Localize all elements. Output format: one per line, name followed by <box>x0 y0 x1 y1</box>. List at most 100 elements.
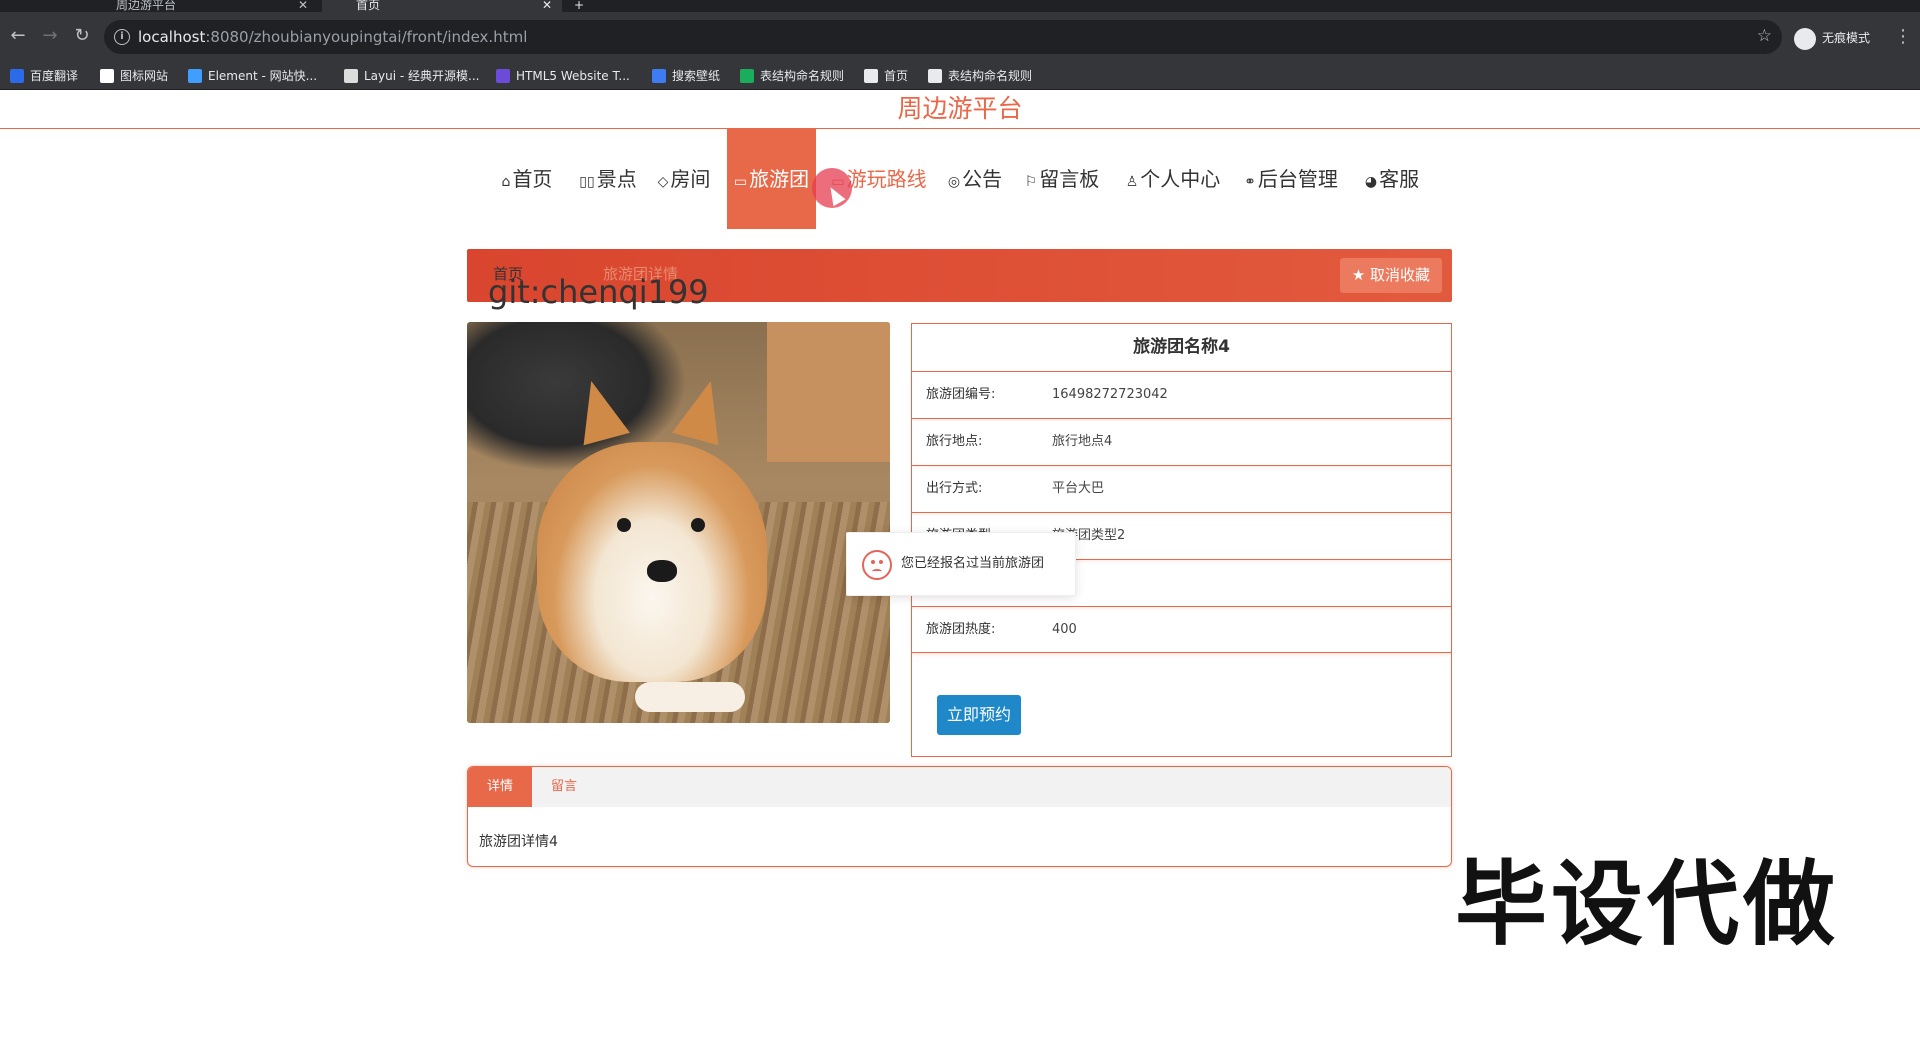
nav-label: 首页 <box>512 167 553 191</box>
book-now-button[interactable]: 立即预约 <box>937 695 1021 735</box>
forward-icon[interactable]: → <box>38 24 62 48</box>
nav-customer-service[interactable]: ◕ 客服 <box>1361 129 1423 229</box>
dog-paws <box>635 682 745 712</box>
nav-label: 客服 <box>1379 167 1420 191</box>
overlay-banner-text: 毕设代做 <box>1455 851 1840 958</box>
unfavorite-button[interactable]: ★ 取消收藏 <box>1339 258 1442 293</box>
layui-logo-icon <box>344 68 358 83</box>
info-row: 旅游团热度: 400 <box>912 606 1451 653</box>
field-label: 旅游团热度: <box>926 622 996 637</box>
field-label: 旅行地点: <box>926 434 983 449</box>
detail-tabs-panel: 详情 留言 旅游团详情4 <box>467 766 1452 867</box>
flag-icon <box>100 68 114 83</box>
url-host: localhost <box>138 28 206 46</box>
bookmark-label: 百度翻译 <box>30 69 79 83</box>
tabs-header: 详情 留言 <box>468 767 1451 807</box>
dog-nose <box>647 560 677 582</box>
close-icon[interactable]: ✕ <box>298 0 308 11</box>
incognito-indicator[interactable]: 无痕模式 <box>1794 26 1870 50</box>
tab-title: 周边游平台 <box>116 0 177 12</box>
link-icon: ⚭ <box>1244 174 1256 190</box>
toast-message: 您已经报名过当前旅游团 <box>846 532 1076 596</box>
back-icon[interactable]: ← <box>6 24 30 48</box>
site-title: 周边游平台 <box>897 94 1023 123</box>
bookmark-label: 图标网站 <box>120 69 169 83</box>
element-logo-icon <box>188 68 202 83</box>
chat-icon: ◕ <box>1364 174 1378 190</box>
bookmark-item[interactable]: 首页 <box>864 62 908 90</box>
info-row: 旅行地点: 旅行地点4 <box>912 418 1451 465</box>
nav-label: 个人中心 <box>1140 167 1221 191</box>
field-value: 16498272723042 <box>1052 387 1168 402</box>
photo-furniture <box>767 322 890 462</box>
nav-label: 后台管理 <box>1257 167 1338 191</box>
new-tab-button[interactable]: + <box>574 0 594 12</box>
field-value: 平台大巴 <box>1052 481 1105 496</box>
bookmark-item[interactable]: Element - 网站快... <box>188 62 317 90</box>
calendar-icon: ▭ <box>733 174 748 190</box>
sad-face-icon <box>862 550 892 580</box>
nav-tour-group[interactable]: ▭ 旅游团 <box>727 129 816 229</box>
nav-label: 公告 <box>962 167 1003 191</box>
globe-icon <box>928 68 942 83</box>
attractions-icon: ▯▯ <box>579 174 595 190</box>
nav-rooms[interactable]: ◇ 房间 <box>655 129 713 229</box>
bookmark-label: 首页 <box>884 69 909 83</box>
url-path: :8080/zhoubianyoupingtai/front/index.htm… <box>205 28 528 46</box>
tab-details[interactable]: 详情 <box>468 767 532 807</box>
globe-icon <box>864 68 878 83</box>
close-icon[interactable]: ✕ <box>542 0 552 11</box>
incognito-label: 无痕模式 <box>1822 31 1871 45</box>
field-value: 400 <box>1052 622 1077 637</box>
watermark-text: git:chenqi199 <box>488 273 709 311</box>
field-label: 旅游团编号: <box>926 387 996 402</box>
browser-menu-icon[interactable]: ⋮ <box>1894 26 1912 47</box>
html5-icon <box>496 68 510 83</box>
nav-label: 留言板 <box>1039 167 1100 191</box>
bookmark-item[interactable]: 表结构命名规则 <box>928 62 1032 90</box>
tag-icon: ◇ <box>657 174 669 190</box>
bookmark-star-icon[interactable]: ☆ <box>1757 26 1772 46</box>
browser-tab[interactable]: 周边游平台 ✕ <box>88 0 318 12</box>
bookmark-label: HTML5 Website T... <box>516 69 630 83</box>
nav-attractions[interactable]: ▯▯ 景点 <box>578 129 638 229</box>
bookmark-label: 表结构命名规则 <box>760 69 845 83</box>
url-text[interactable]: localhost:8080/zhoubianyoupingtai/front/… <box>138 28 527 46</box>
bookmark-item[interactable]: Layui - 经典开源模... <box>344 62 479 90</box>
field-label: 出行方式: <box>926 481 983 496</box>
nav-admin[interactable]: ⚭ 后台管理 <box>1241 129 1341 229</box>
bookmark-item[interactable]: 百度翻译 <box>10 62 78 90</box>
sheet-icon <box>740 68 754 83</box>
tab-comments[interactable]: 留言 <box>532 767 596 807</box>
bookmark-label: 表结构命名规则 <box>948 69 1033 83</box>
bookmark-item[interactable]: 表结构命名规则 <box>740 62 844 90</box>
field-value: 旅行地点4 <box>1052 434 1113 449</box>
bookmark-label: 搜索壁纸 <box>672 69 721 83</box>
info-row: 出行方式: 平台大巴 <box>912 465 1451 512</box>
nav-home[interactable]: ⌂ 首页 <box>498 129 556 229</box>
browser-tab-strip: 周边游平台 ✕ 首页 ✕ + <box>0 0 1920 12</box>
nav-label: 景点 <box>596 167 637 191</box>
bookmark-item[interactable]: HTML5 Website T... <box>496 62 630 90</box>
reload-icon[interactable]: ↻ <box>70 24 94 48</box>
tour-group-name: 旅游团名称4 <box>1133 337 1230 357</box>
site-header: 周边游平台 <box>0 90 1920 129</box>
nav-message-board[interactable]: ⚐ 留言板 <box>1022 129 1102 229</box>
bookmark-favicon-icon <box>10 68 24 83</box>
flag-icon: ⚐ <box>1024 174 1038 190</box>
browser-tab-active[interactable]: 首页 ✕ <box>322 0 562 12</box>
tab-content: 旅游团详情4 <box>479 834 558 850</box>
bookmark-item[interactable]: 图标网站 <box>100 62 168 90</box>
bookmarks-bar: 百度翻译 图标网站 Element - 网站快... Layui - 经典开源模… <box>0 62 1920 90</box>
address-bar[interactable]: i localhost:8080/zhoubianyoupingtai/fron… <box>104 20 1782 54</box>
nav-announcements[interactable]: ◎ 公告 <box>946 129 1004 229</box>
bookmark-label: Layui - 经典开源模... <box>364 69 480 83</box>
dog-eye <box>617 518 631 532</box>
cube-icon: ◎ <box>947 174 961 190</box>
nav-user-center[interactable]: ♙ 个人中心 <box>1123 129 1223 229</box>
info-row: 旅游团编号: 16498272723042 <box>912 371 1451 418</box>
bookmark-item[interactable]: 搜索壁纸 <box>652 62 720 90</box>
main-nav: ⌂首页 ▯▯景点 ◇房间 ▭旅游团 ▭ 游玩路线 ◎公告 ⚐留言板 ♙个人中心 ⚭… <box>0 129 1920 229</box>
info-icon[interactable]: i <box>114 29 130 45</box>
tab-title: 首页 <box>356 0 381 12</box>
